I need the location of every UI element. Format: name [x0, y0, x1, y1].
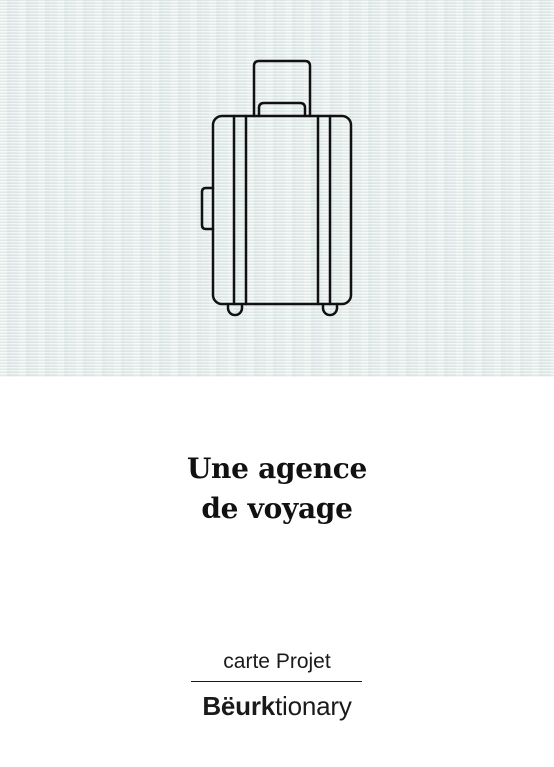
brand-logo-regular: tionary [275, 691, 352, 721]
card-title: Une agence de voyage [0, 449, 554, 529]
brand-logo-bold: Bëurk [202, 691, 276, 721]
card-title-line-2: de voyage [201, 492, 353, 525]
card: Une agence de voyage carte Projet Bëurkt… [0, 0, 554, 767]
suitcase-icon [200, 59, 353, 317]
card-type-label: carte Projet [223, 650, 331, 673]
card-title-line-1: Une agence [186, 452, 368, 485]
brand-logo: Bëurktionary [0, 689, 554, 723]
illustration-panel [0, 0, 554, 377]
footer-divider [191, 681, 362, 682]
